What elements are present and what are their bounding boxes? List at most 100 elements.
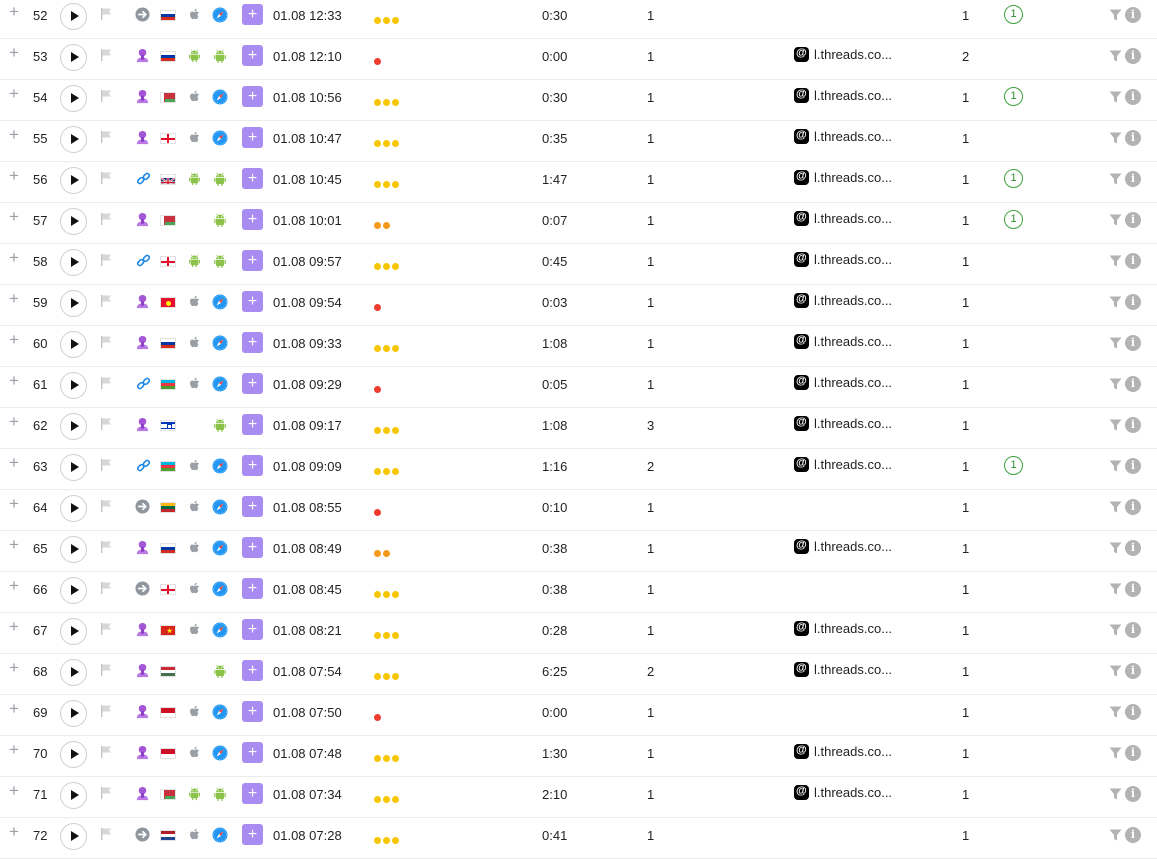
flag-icon[interactable] <box>99 130 113 144</box>
filter-icon[interactable] <box>1109 747 1122 759</box>
flag-icon[interactable] <box>99 458 113 472</box>
info-icon[interactable]: i <box>1125 130 1141 146</box>
flag-icon[interactable] <box>99 745 113 759</box>
filter-icon[interactable] <box>1109 173 1122 185</box>
flag-icon[interactable] <box>99 294 113 308</box>
play-button[interactable] <box>60 536 87 563</box>
referrer-link[interactable]: l.threads.co... <box>794 743 892 759</box>
flag-icon[interactable] <box>99 7 113 21</box>
goal-badge[interactable]: 1 <box>1004 5 1023 24</box>
flag-icon[interactable] <box>99 89 113 103</box>
info-icon[interactable]: i <box>1125 581 1141 597</box>
info-icon[interactable]: i <box>1125 745 1141 761</box>
flag-icon[interactable] <box>99 540 113 554</box>
filter-icon[interactable] <box>1109 624 1122 636</box>
referrer-link[interactable]: l.threads.co... <box>794 128 892 144</box>
add-button[interactable]: + <box>242 660 263 681</box>
add-button[interactable]: + <box>242 455 263 476</box>
table-row[interactable]: +66 +01.08 08:45 0:38 1 1 i <box>0 571 1157 613</box>
flag-icon[interactable] <box>99 48 113 62</box>
flag-icon[interactable] <box>99 335 113 349</box>
table-row[interactable]: +62 +01.08 09:17 1:08 3 l.threads.co... 1 i <box>0 407 1157 449</box>
play-button[interactable] <box>60 126 87 153</box>
filter-icon[interactable] <box>1109 132 1122 144</box>
play-button[interactable] <box>60 167 87 194</box>
info-icon[interactable]: i <box>1125 89 1141 105</box>
expand-icon[interactable]: + <box>9 290 19 307</box>
table-row[interactable]: +61 +01.08 09:29 0:05 1 l.threads.co... 1 i <box>0 366 1157 408</box>
table-row[interactable]: +58 +01.08 09:57 0:45 1 l.threads.co... 1 i <box>0 243 1157 285</box>
flag-icon[interactable] <box>99 704 113 718</box>
expand-icon[interactable]: + <box>9 372 19 389</box>
table-row[interactable]: +54 +01.08 10:56 0:30 1 l.threads.co... 1 1 i <box>0 79 1157 121</box>
filter-icon[interactable] <box>1109 706 1122 718</box>
referrer-link[interactable]: l.threads.co... <box>794 169 892 185</box>
add-button[interactable]: + <box>242 742 263 763</box>
info-icon[interactable]: i <box>1125 499 1141 515</box>
info-icon[interactable]: i <box>1125 171 1141 187</box>
info-icon[interactable]: i <box>1125 212 1141 228</box>
play-button[interactable] <box>60 495 87 522</box>
flag-icon[interactable] <box>99 417 113 431</box>
referrer-link[interactable]: l.threads.co... <box>794 87 892 103</box>
table-row[interactable]: +69 +01.08 07:50 0:00 1 1 i <box>0 694 1157 736</box>
filter-icon[interactable] <box>1109 50 1122 62</box>
flag-icon[interactable] <box>99 622 113 636</box>
table-row[interactable]: +63 +01.08 09:09 1:16 2 l.threads.co... 1 1 i <box>0 448 1157 490</box>
info-icon[interactable]: i <box>1125 253 1141 269</box>
play-button[interactable] <box>60 85 87 112</box>
expand-icon[interactable]: + <box>9 126 19 143</box>
expand-icon[interactable]: + <box>9 823 19 840</box>
expand-icon[interactable]: + <box>9 413 19 430</box>
filter-icon[interactable] <box>1109 296 1122 308</box>
table-row[interactable]: +65 +01.08 08:49 0:38 1 l.threads.co... 1 i <box>0 530 1157 572</box>
add-button[interactable]: + <box>242 4 263 25</box>
table-row[interactable]: +67 ★ +01.08 08:21 0:28 1 l.threads.co... 1 i <box>0 612 1157 654</box>
add-button[interactable]: + <box>242 619 263 640</box>
table-row[interactable]: +64 +01.08 08:55 0:10 1 1 i <box>0 489 1157 531</box>
table-row[interactable]: +52 +01.08 12:33 0:30 1 1 1 i <box>0 0 1157 39</box>
play-button[interactable] <box>60 823 87 850</box>
play-button[interactable] <box>60 454 87 481</box>
table-row[interactable]: +71 +01.08 07:34 2:10 1 l.threads.co... 1 i <box>0 776 1157 818</box>
info-icon[interactable]: i <box>1125 786 1141 802</box>
add-button[interactable]: + <box>242 332 263 353</box>
referrer-link[interactable]: l.threads.co... <box>794 784 892 800</box>
referrer-link[interactable]: l.threads.co... <box>794 46 892 62</box>
filter-icon[interactable] <box>1109 501 1122 513</box>
add-button[interactable]: + <box>242 578 263 599</box>
flag-icon[interactable] <box>99 212 113 226</box>
expand-icon[interactable]: + <box>9 454 19 471</box>
info-icon[interactable]: i <box>1125 48 1141 64</box>
add-button[interactable]: + <box>242 783 263 804</box>
filter-icon[interactable] <box>1109 9 1122 21</box>
table-row[interactable]: +53 +01.08 12:10 0:00 1 l.threads.co... 2 i <box>0 38 1157 80</box>
referrer-link[interactable]: l.threads.co... <box>794 620 892 636</box>
filter-icon[interactable] <box>1109 460 1122 472</box>
filter-icon[interactable] <box>1109 829 1122 841</box>
flag-icon[interactable] <box>99 171 113 185</box>
goal-badge[interactable]: 1 <box>1004 87 1023 106</box>
info-icon[interactable]: i <box>1125 704 1141 720</box>
play-button[interactable] <box>60 372 87 399</box>
filter-icon[interactable] <box>1109 91 1122 103</box>
play-button[interactable] <box>60 3 87 30</box>
info-icon[interactable]: i <box>1125 622 1141 638</box>
referrer-link[interactable]: l.threads.co... <box>794 251 892 267</box>
add-button[interactable]: + <box>242 824 263 845</box>
play-button[interactable] <box>60 577 87 604</box>
info-icon[interactable]: i <box>1125 827 1141 843</box>
flag-icon[interactable] <box>99 786 113 800</box>
add-button[interactable]: + <box>242 127 263 148</box>
add-button[interactable]: + <box>242 209 263 230</box>
expand-icon[interactable]: + <box>9 167 19 184</box>
expand-icon[interactable]: + <box>9 331 19 348</box>
add-button[interactable]: + <box>242 537 263 558</box>
table-row[interactable]: +60 +01.08 09:33 1:08 1 l.threads.co... 1 i <box>0 325 1157 367</box>
expand-icon[interactable]: + <box>9 495 19 512</box>
play-button[interactable] <box>60 782 87 809</box>
flag-icon[interactable] <box>99 663 113 677</box>
add-button[interactable]: + <box>242 291 263 312</box>
expand-icon[interactable]: + <box>9 536 19 553</box>
referrer-link[interactable]: l.threads.co... <box>794 374 892 390</box>
